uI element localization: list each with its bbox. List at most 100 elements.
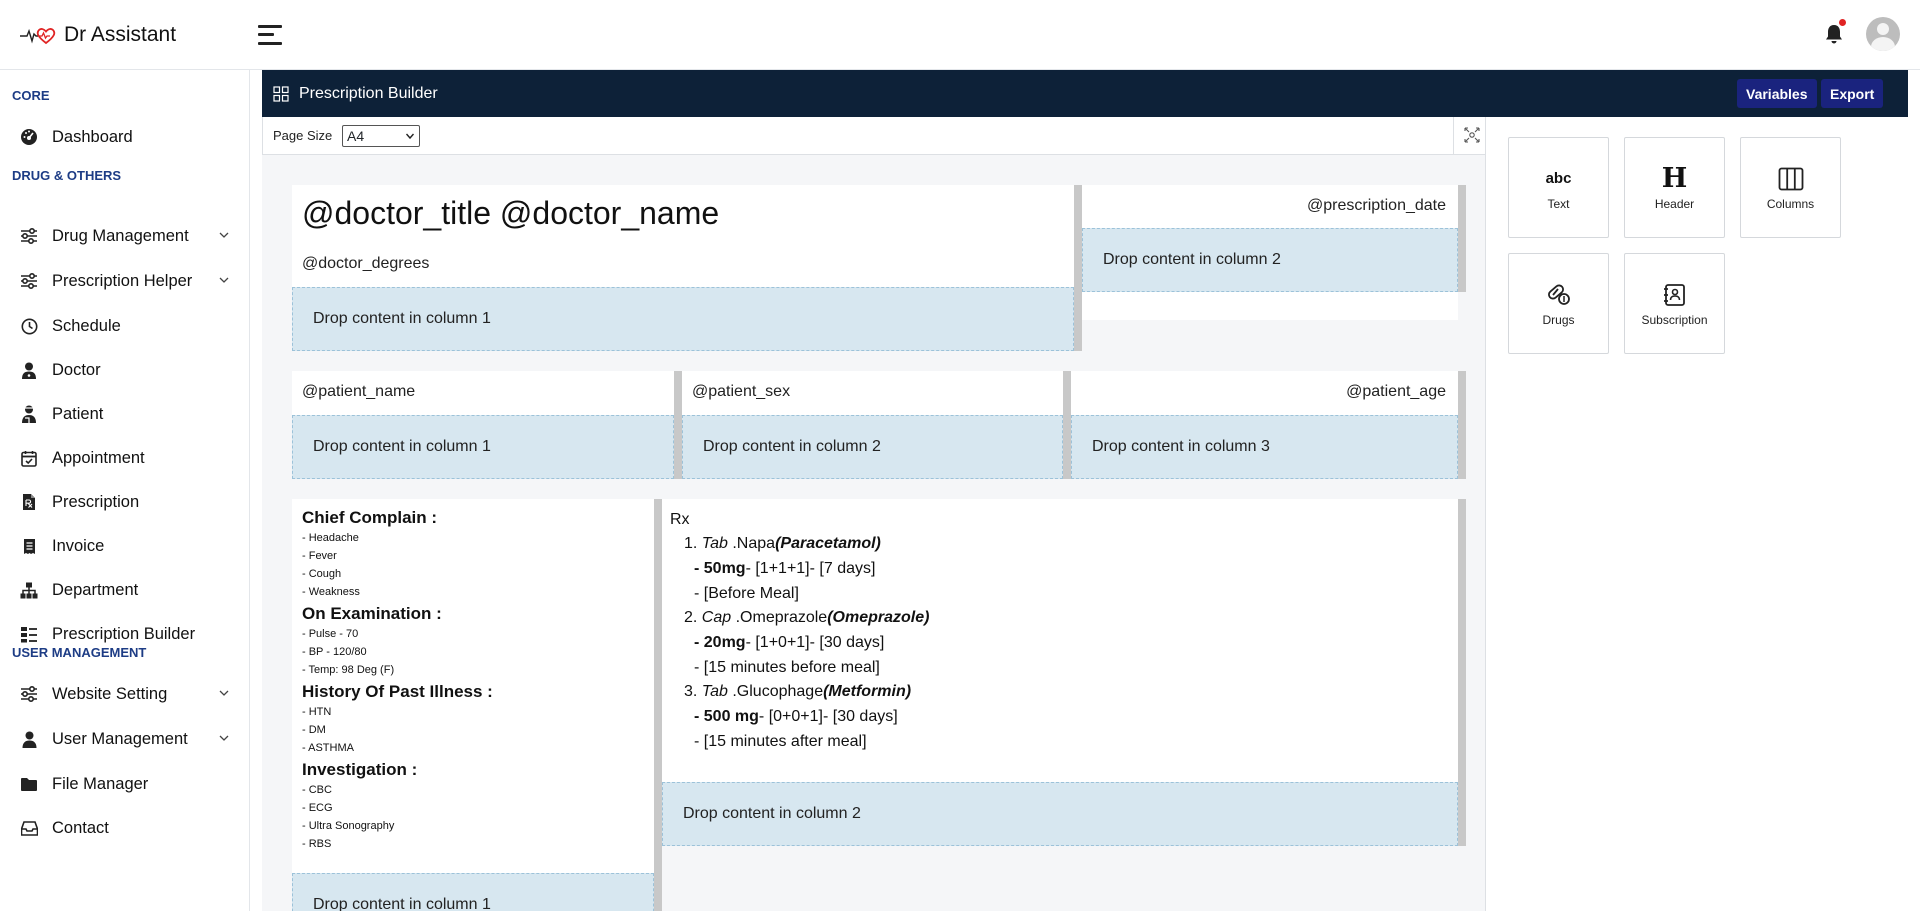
sidebar-item-schedule[interactable]: Schedule [0,306,249,346]
sidebar-item-user-management[interactable]: User Management [0,719,249,759]
drop-zone-row3-col1[interactable]: Drop content in column 1 [292,873,654,911]
sitemap-icon [20,581,38,599]
builder-title: Prescription Builder [299,84,438,102]
column-resize-handle[interactable] [1458,371,1466,479]
chief-complain-heading: Chief Complain : [302,508,438,527]
sidebar-item-invoice[interactable]: Invoice [0,526,249,566]
sidebar-item-label: Drug Management [52,226,189,245]
drug-item-2: 2. Cap .Omeprazole(Omeprazole) - 20mg- [… [684,609,930,676]
drop-zone-row3-col2[interactable]: Drop content in column 2 [662,782,1458,846]
sidebar-item-label: Prescription [52,492,140,511]
sidebar-item-contact[interactable]: Contact [0,808,249,848]
drop-zone-row1-col2[interactable]: Drop content in column 2 [1082,228,1458,292]
doctor-degrees-text: @doctor_degrees [302,255,430,272]
user-icon [20,730,38,748]
clinical-notes: Chief Complain : - Headache - Fever - Co… [302,507,493,853]
drug-item-3: 3. Tab .Glucophage(Metformin) - 500 mg- … [684,683,912,750]
sidebar-item-drug-management[interactable]: Drug Management [0,216,249,256]
sidebar-item-label: User Management [52,729,188,748]
sidebar-item-doctor[interactable]: Doctor [0,350,249,390]
palette-label: Drugs [1542,312,1575,327]
sidebar-item-label: Appointment [52,448,145,467]
list-item: - HTN [302,706,332,718]
list-item: - RBS [302,838,332,850]
palette-subscription[interactable]: Subscription [1624,253,1725,354]
calendar-check-icon [20,449,38,467]
column-resize-handle[interactable] [674,371,682,479]
patient-name-text: @patient_name [302,383,416,400]
list-item: - Headache [302,532,359,544]
sidebar-item-prescription-helper[interactable]: Prescription Helper [0,261,249,301]
column-resize-handle[interactable] [1458,499,1466,846]
list-item: - Cough [302,568,342,580]
list-item: - Fever [302,550,337,562]
builder-toolbar: Page Size A4 [262,117,1486,155]
column-resize-handle[interactable] [1063,371,1071,479]
palette-text[interactable]: abc Text [1508,137,1609,238]
builder-grid-icon [273,85,289,102]
column-resize-handle[interactable] [1458,185,1466,292]
list-item: - BP - 120/80 [302,646,367,658]
page-size-select[interactable]: A4 [342,125,420,147]
chevron-down-icon [406,133,414,140]
heartbeat-logo-icon [20,27,56,44]
list-item: - CBC [302,784,332,796]
notification-badge [1839,19,1846,26]
builder-canvas: @doctor_title @doctor_name @doctor_degre… [262,155,1486,911]
list-item: - ECG [302,802,333,814]
sidebar-item-prescription[interactable]: Prescription [0,482,249,522]
export-button[interactable]: Export [1821,79,1884,108]
drop-zone-row2-col2[interactable]: Drop content in column 2 [682,415,1063,479]
sliders-icon [20,272,38,290]
top-navbar: Dr Assistant [0,0,1920,70]
pills-icon [1546,281,1572,309]
history-heading: History Of Past Illness : [302,682,493,701]
palette-header[interactable]: H Header [1624,137,1725,238]
component-palette: abc Text H Header Columns Drugs Subscrip… [1508,137,1908,377]
row3-column1[interactable]: Chief Complain : - Headache - Fever - Co… [292,499,654,911]
list-item: - Temp: 98 Deg (F) [302,664,395,676]
column-resize-handle[interactable] [1074,185,1082,351]
sidebar-item-website-setting[interactable]: Website Setting [0,674,249,714]
sliders-icon [20,685,38,703]
drop-zone-row1-col1[interactable]: Drop content in column 1 [292,287,1074,351]
gauge-icon [20,128,38,146]
sidebar-item-label: Dashboard [52,127,133,146]
sidebar: CORE DRUG & OTHERS USER MANAGEMENT Dashb… [0,70,250,911]
menu-toggle-icon[interactable] [258,24,282,45]
sidebar-item-appointment[interactable]: Appointment [0,438,249,478]
list-item: - Ultra Sonography [302,820,395,832]
palette-label: Header [1654,196,1695,211]
drop-zone-row2-col3[interactable]: Drop content in column 3 [1071,415,1458,479]
receipt-icon [20,537,38,555]
variables-button[interactable]: Variables [1737,79,1817,108]
investigation-heading: Investigation : [302,760,418,779]
expand-icon[interactable] [1464,127,1480,143]
user-doctor-icon [20,361,38,379]
patient-sex-text: @patient_sex [692,383,791,400]
user-injured-icon [20,405,38,423]
columns-icon [1778,165,1804,193]
list-item: - Pulse - 70 [302,628,359,640]
user-avatar[interactable] [1866,17,1900,51]
chevron-down-icon [219,277,229,283]
sidebar-item-dashboard[interactable]: Dashboard [0,117,249,157]
examination-heading: On Examination : [302,604,442,623]
sidebar-item-label: Contact [52,818,109,837]
palette-label: Columns [1766,196,1815,211]
column-resize-handle[interactable] [654,499,662,911]
brand[interactable]: Dr Assistant [20,23,240,47]
sidebar-item-patient[interactable]: Patient [0,394,249,434]
sidebar-item-file-manager[interactable]: File Manager [0,764,249,804]
palette-drugs[interactable]: Drugs [1508,253,1609,354]
sidebar-item-prescription-builder[interactable]: Prescription Builder [0,614,249,654]
row3-column2[interactable]: Rx 1. Tab .Napa(Paracetamol) - 50mg- [1+… [662,499,1458,782]
sidebar-item-label: Prescription Builder [52,624,196,643]
sidebar-section-core: CORE [12,88,50,103]
palette-columns[interactable]: Columns [1740,137,1841,238]
palette-label: Text [1547,196,1570,211]
sidebar-item-department[interactable]: Department [0,570,249,610]
drop-zone-row2-col1[interactable]: Drop content in column 1 [292,415,674,479]
chevron-down-icon [219,232,229,238]
inbox-icon [20,819,38,837]
